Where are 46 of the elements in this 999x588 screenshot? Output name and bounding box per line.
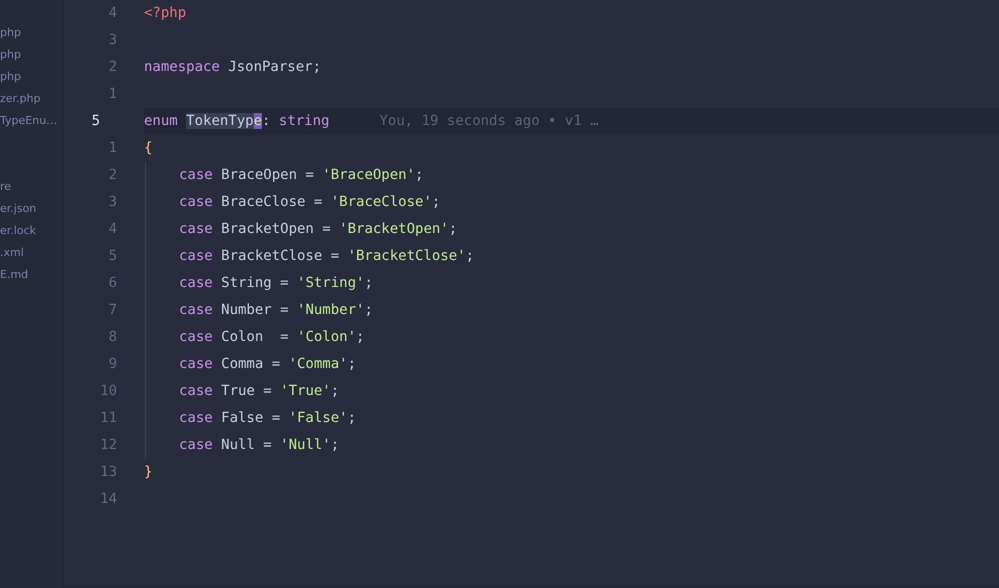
file-item[interactable]: er.json: [0, 202, 36, 215]
code-line: case Number = 'Number';: [178, 301, 373, 320]
code-line: }: [144, 463, 152, 482]
code-line: case True = 'True';: [178, 382, 340, 401]
line-number: 5: [108, 247, 118, 266]
file-item[interactable]: php: [0, 70, 21, 83]
line-number: 12: [99, 436, 118, 455]
line-number: 7: [108, 301, 118, 320]
line-number: 3: [108, 31, 118, 50]
file-item[interactable]: zer.php: [0, 92, 40, 105]
code-line: namespace JsonParser;: [144, 58, 322, 77]
line-number: 8: [108, 328, 118, 347]
code-line: case Comma = 'Comma';: [178, 355, 356, 374]
code-line: case Null = 'Null';: [178, 436, 340, 455]
line-number: 6: [108, 274, 118, 293]
line-number: 3: [108, 193, 118, 212]
line-number: 1: [108, 139, 118, 158]
code-line: case BracketOpen = 'BracketOpen';: [178, 220, 458, 239]
file-item[interactable]: er.lock: [0, 224, 36, 237]
code-line: case False = 'False';: [178, 409, 356, 428]
file-item[interactable]: E.md: [0, 268, 28, 281]
line-number: 2: [108, 58, 118, 77]
code-line: case BraceOpen = 'BraceOpen';: [178, 166, 424, 185]
code-line: case Colon = 'Colon';: [178, 328, 364, 347]
line-number: 2: [108, 166, 118, 185]
code-line: case BracketClose = 'BracketClose';: [178, 247, 474, 266]
code-line: {: [144, 139, 152, 158]
file-item[interactable]: re: [0, 180, 12, 193]
code-line: case BraceClose = 'BraceClose';: [178, 193, 440, 212]
line-number: 5: [90, 112, 101, 131]
line-number: 4: [108, 220, 118, 239]
file-item[interactable]: TypeEnu…: [0, 114, 58, 127]
code-line: <?php: [144, 4, 186, 23]
line-number: 9: [108, 355, 118, 374]
file-item[interactable]: php: [0, 26, 21, 39]
file-item[interactable]: .xml: [0, 246, 24, 259]
line-number: 10: [99, 382, 118, 401]
line-number: 11: [99, 409, 118, 428]
line-number: 1: [108, 85, 118, 104]
line-number: 14: [99, 490, 118, 509]
line-number: 4: [108, 4, 118, 23]
blame-annotation: You, 19 seconds ago • v1 …: [379, 112, 599, 131]
code-line: enum TokenType: string: [144, 112, 330, 131]
file-item[interactable]: php: [0, 48, 21, 61]
line-number: 13: [99, 463, 118, 482]
code-line: case String = 'String';: [178, 274, 373, 293]
